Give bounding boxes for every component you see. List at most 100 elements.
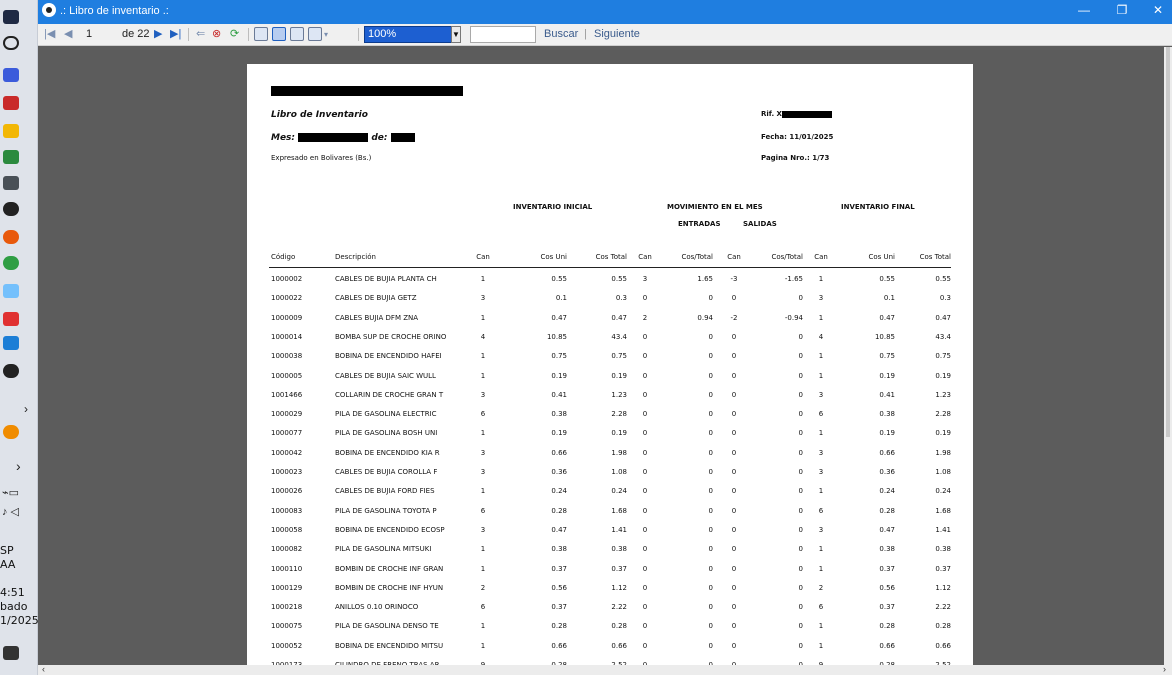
page-setup-icon[interactable] (290, 27, 304, 41)
table-cell: 1 (480, 429, 486, 438)
last-page-icon[interactable]: ▶| (170, 27, 181, 40)
find-button[interactable]: Buscar (544, 28, 578, 40)
chrome-icon[interactable] (3, 256, 19, 270)
table-cell: 3 (480, 448, 486, 457)
table-row: 1000002 CABLES DE BUJIA PLANTA CH 1 0.55 0.5… (247, 275, 973, 293)
table-row: 1000083 PILA DE GASOLINA TOYOTA P 6 0.28 1.6… (247, 507, 973, 525)
table-cell: 0 (731, 332, 737, 341)
zoom-select[interactable]: 100% (364, 26, 460, 43)
table-cell: 0 (708, 641, 713, 650)
table-row: 1000026 CABLES DE BUJIA FORD FIES 1 0.24 0.2… (247, 487, 973, 505)
report-viewport[interactable]: Libro de Inventario Mes: de: Expresado e… (38, 47, 1164, 665)
app-icon-3[interactable] (3, 150, 19, 164)
inventory-app-icon[interactable] (3, 364, 19, 378)
table-cell: PILA DE GASOLINA MITSUKI (335, 545, 432, 554)
toolbar-separator (358, 28, 359, 41)
table-cell: 6 (818, 410, 824, 419)
table-cell: 0.75 (879, 352, 895, 361)
table-cell: 1000029 (271, 410, 303, 419)
horizontal-scrollbar[interactable]: ‹ › (38, 664, 1172, 675)
action-center-icon[interactable] (3, 646, 19, 660)
export-icon[interactable] (308, 27, 322, 41)
lang-code[interactable]: SP (0, 544, 14, 557)
table-cell: 0 (642, 622, 648, 631)
table-cell: 1000002 (271, 275, 303, 283)
close-button[interactable]: ✕ (1150, 3, 1166, 17)
table-cell: 0.37 (879, 603, 895, 612)
find-input[interactable] (470, 26, 536, 43)
volume-icon[interactable]: ♪ ◁ (2, 505, 19, 518)
table-cell: 0 (731, 468, 737, 476)
print-layout-icon[interactable] (272, 27, 286, 41)
table-cell: 1000038 (271, 352, 303, 361)
table-cell: 0 (708, 583, 713, 592)
export-dropdown-icon[interactable]: ▾ (324, 30, 328, 39)
app-icon-5[interactable] (3, 202, 19, 216)
table-cell: 1 (818, 622, 824, 631)
find-next-button[interactable]: Siguiente (594, 28, 640, 40)
table-cell: 1 (480, 564, 486, 573)
table-cell: 0 (731, 294, 737, 303)
firefox-icon[interactable] (3, 230, 19, 244)
vertical-scrollbar[interactable] (1164, 47, 1172, 665)
column-header: Cos/Total (681, 253, 713, 261)
table-cell: 0 (731, 603, 737, 612)
clock-day[interactable]: bado (0, 600, 27, 613)
table-cell: 0.19 (611, 429, 627, 438)
refresh-icon[interactable]: ⟳ (230, 27, 239, 40)
table-cell: 1.65 (697, 275, 713, 283)
restore-button[interactable]: ❐ (1114, 3, 1130, 17)
search-icon[interactable] (3, 36, 19, 50)
column-header: Código (271, 253, 296, 261)
scroll-left-icon[interactable]: ‹ (42, 664, 45, 674)
table-cell: 0 (642, 545, 648, 554)
clock-date[interactable]: 1/2025 (0, 614, 39, 627)
table-cell: 1000129 (271, 583, 303, 592)
table-cell: 1.41 (935, 525, 951, 534)
table-cell: 2.22 (611, 603, 627, 612)
prev-page-icon[interactable]: ◀ (64, 27, 72, 40)
app-icon-6[interactable] (3, 284, 19, 298)
network-icon[interactable]: ⌁▭ (2, 486, 19, 499)
stop-icon[interactable]: ⊗ (212, 27, 221, 40)
table-cell: 10.85 (546, 332, 567, 341)
back-icon[interactable]: ⇐ (196, 27, 205, 40)
clock-time[interactable]: 4:51 (0, 586, 25, 599)
next-page-icon[interactable]: ▶ (154, 27, 162, 40)
app-icon-4[interactable] (3, 176, 19, 190)
table-cell: 0 (798, 564, 803, 573)
table-cell: 2 (818, 583, 824, 592)
start-icon[interactable] (3, 10, 19, 24)
table-cell: BOBINA DE ENCENDIDO HAFEI (335, 352, 442, 361)
current-page-input[interactable]: 1 (86, 28, 92, 40)
folder-icon[interactable] (3, 124, 19, 138)
table-cell: 1.68 (611, 506, 627, 515)
table-cell: 0 (731, 410, 737, 419)
column-header: Cos Total (595, 253, 627, 261)
table-cell: 0.47 (551, 313, 567, 322)
table-row: 1000082 PILA DE GASOLINA MITSUKI 1 0.38 0.38… (247, 545, 973, 563)
print-icon[interactable] (254, 27, 268, 41)
first-page-icon[interactable]: |◀ (44, 27, 55, 40)
zoom-dropdown-icon[interactable]: ▼ (451, 26, 461, 43)
youtube-icon[interactable] (3, 312, 19, 326)
vertical-scroll-thumb[interactable] (1166, 47, 1170, 437)
table-cell: 6 (818, 603, 824, 612)
notification-icon[interactable] (3, 425, 19, 439)
app-icon-2[interactable] (3, 96, 19, 110)
table-cell: 1 (818, 545, 824, 554)
chevron-up-icon[interactable]: › (16, 458, 21, 474)
word-icon[interactable] (3, 336, 19, 350)
table-cell: 0.28 (551, 506, 567, 515)
table-cell: 1 (480, 545, 486, 554)
minimize-button[interactable]: — (1076, 3, 1092, 17)
table-cell: 1.12 (611, 583, 627, 592)
scroll-right-icon[interactable]: › (1163, 664, 1166, 674)
table-cell: 0 (708, 371, 713, 380)
table-cell: 0.37 (611, 564, 627, 573)
app-icon-1[interactable] (3, 68, 19, 82)
table-cell: 0.24 (879, 487, 895, 496)
chevron-right-icon[interactable]: › (24, 402, 28, 416)
table-cell: 1000058 (271, 525, 303, 534)
lang-layout[interactable]: AA (0, 558, 15, 571)
